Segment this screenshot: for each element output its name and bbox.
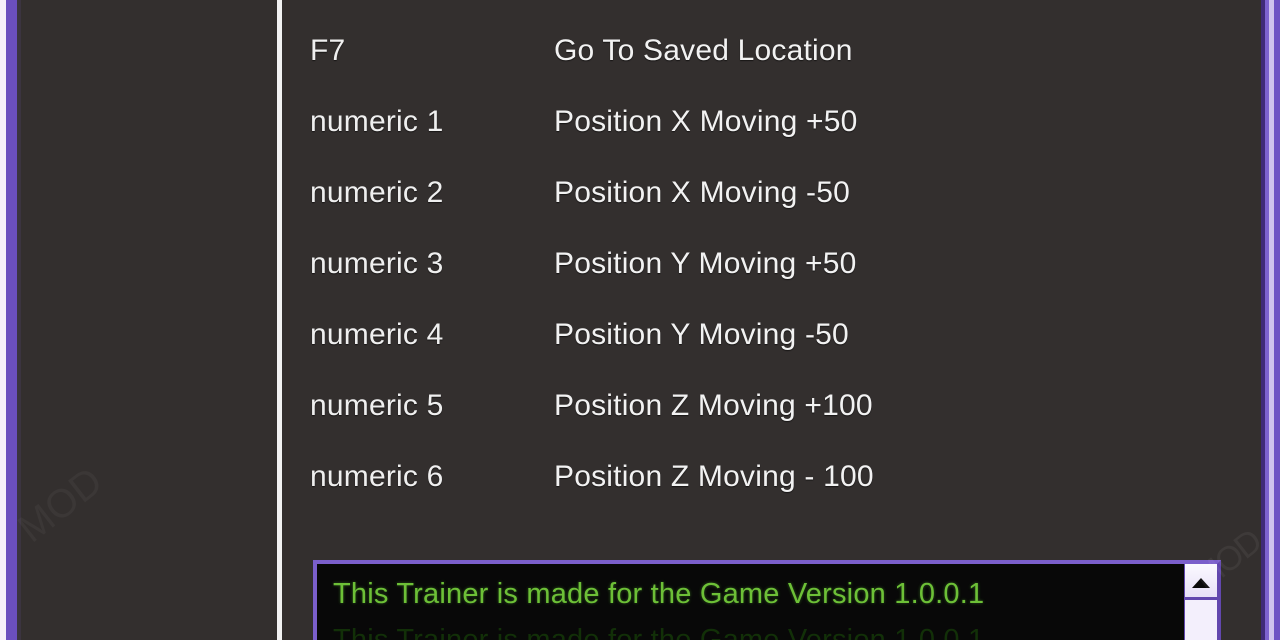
hotkey-list: F6 Save Current Location F7 Go To Saved …	[282, 0, 1261, 512]
info-message-shadow: This Trainer is made for the Game Versio…	[333, 624, 985, 640]
hotkey-description: Go To Saved Location	[554, 34, 853, 67]
triangle-up-icon	[1192, 578, 1210, 588]
hotkey-description: Position Y Moving +50	[554, 247, 857, 280]
window-border-left	[6, 0, 17, 640]
info-textbox-content: This Trainer is made for the Game Versio…	[317, 564, 1217, 640]
hotkey-description: Save Current Location	[554, 0, 857, 15]
hotkey-key: numeric 1	[310, 105, 444, 138]
hotkey-description: Position X Moving -50	[554, 176, 851, 209]
hotkey-key: F7	[310, 34, 346, 67]
right-panel: F6 Save Current Location F7 Go To Saved …	[282, 0, 1261, 640]
info-textbox-scrollbar[interactable]	[1184, 564, 1217, 640]
scrollbar-track[interactable]	[1185, 600, 1217, 640]
hotkey-description: Position Y Moving -50	[554, 318, 849, 351]
hotkey-key: F6	[310, 0, 345, 15]
window-border-right-outer	[1274, 0, 1280, 640]
table-row: numeric 6 Position Z Moving - 100	[282, 441, 1261, 512]
hotkey-key: numeric 5	[310, 389, 444, 422]
table-row: numeric 1 Position X Moving +50	[282, 86, 1261, 157]
table-row: numeric 2 Position X Moving -50	[282, 157, 1261, 228]
hotkey-key: numeric 6	[310, 460, 444, 493]
hotkey-description: Position Z Moving +100	[554, 389, 873, 422]
table-row: numeric 4 Position Y Moving -50	[282, 299, 1261, 370]
hotkey-key: numeric 4	[310, 318, 444, 351]
table-row: numeric 3 Position Y Moving +50	[282, 228, 1261, 299]
hotkey-description: Position X Moving +50	[554, 105, 858, 138]
info-textbox[interactable]: This Trainer is made for the Game Versio…	[313, 560, 1221, 640]
hotkey-description: Position Z Moving - 100	[554, 460, 874, 493]
table-row: F7 Go To Saved Location	[282, 15, 1261, 86]
left-panel: MOD	[10, 0, 277, 640]
table-row: numeric 5 Position Z Moving +100	[282, 370, 1261, 441]
table-row: F6 Save Current Location	[282, 0, 1261, 15]
hotkey-key: numeric 3	[310, 247, 444, 280]
watermark-left: MOD	[10, 443, 160, 588]
hotkey-key: numeric 2	[310, 176, 444, 209]
info-message: This Trainer is made for the Game Versio…	[333, 578, 985, 610]
scrollbar-up-button[interactable]	[1185, 564, 1217, 600]
trainer-window: MOD F6 Save Current Location F7 Go To Sa…	[0, 0, 1280, 640]
